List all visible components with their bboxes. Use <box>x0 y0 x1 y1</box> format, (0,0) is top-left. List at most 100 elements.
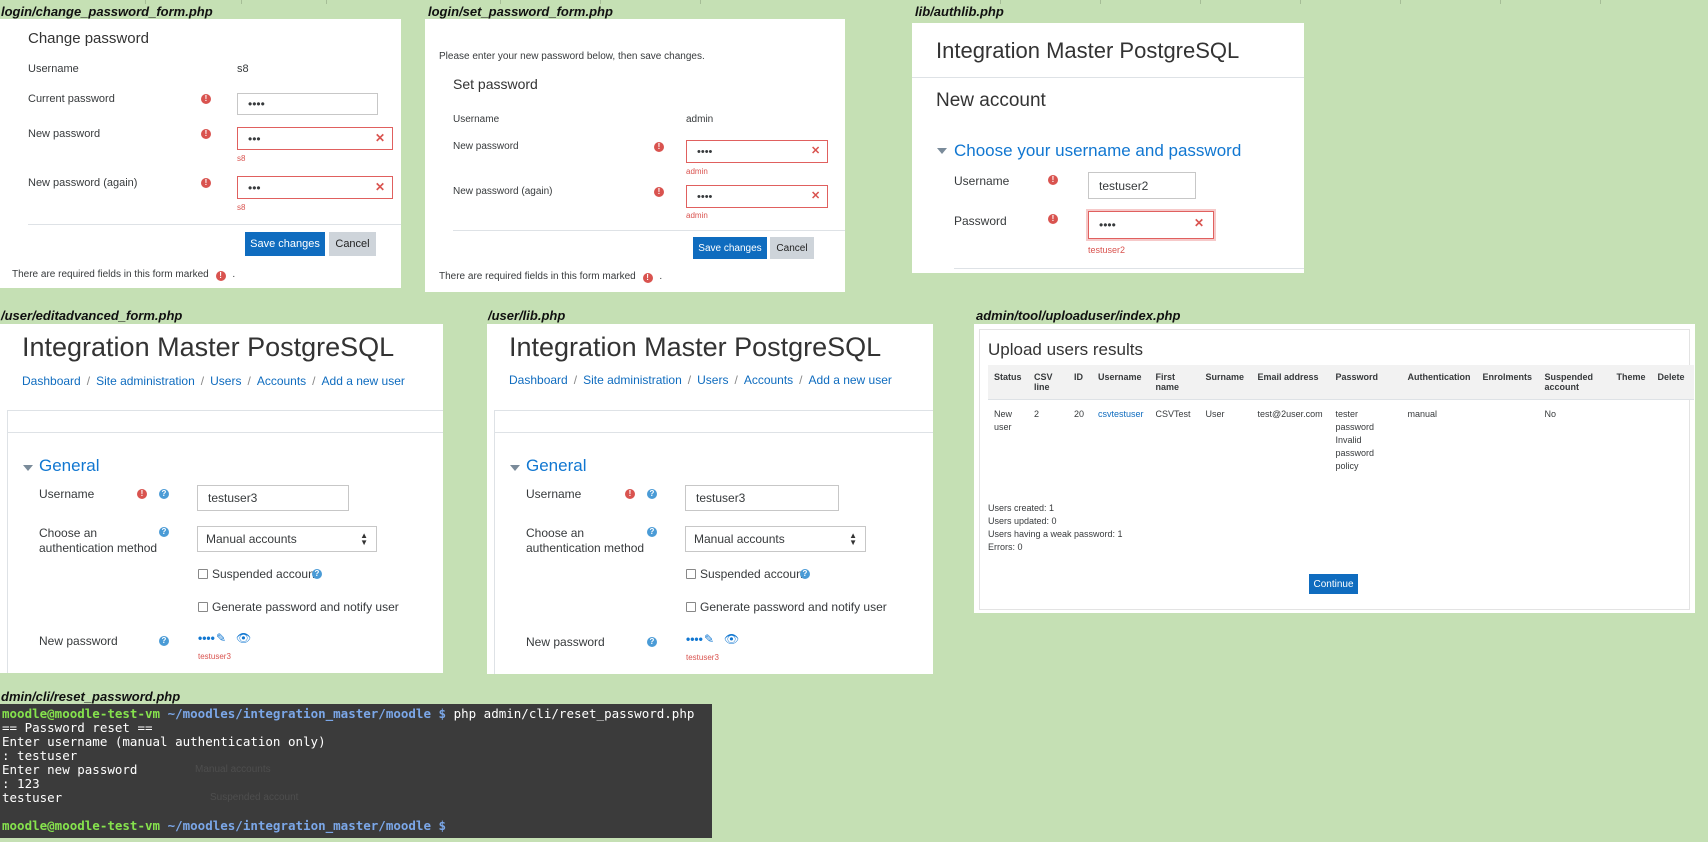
new-password-label: New password <box>526 635 605 649</box>
breadcrumb-site-admin[interactable]: Site administration <box>96 374 195 388</box>
change-password-panel: Change password Username s8 Current pass… <box>0 19 401 288</box>
error-x-icon: ✕ <box>811 190 821 202</box>
save-changes-button[interactable]: Save changes <box>693 237 767 259</box>
error-x-icon: ✕ <box>811 145 821 157</box>
auth-method-select[interactable]: Manual accounts ▲ ▼ <box>685 526 866 552</box>
section-general[interactable]: General <box>39 456 99 476</box>
breadcrumb-site-admin[interactable]: Site administration <box>583 373 682 387</box>
chevron-down-icon[interactable] <box>937 148 947 154</box>
save-changes-button[interactable]: Save changes <box>245 232 325 256</box>
results-title: Upload users results <box>988 340 1143 359</box>
intro-text: Please enter your new password below, th… <box>439 51 705 62</box>
breadcrumb-accounts[interactable]: Accounts <box>257 374 306 388</box>
username-input[interactable]: testuser3 <box>197 485 349 511</box>
required-icon: ! <box>201 129 211 139</box>
masked-password: •••• <box>686 632 703 646</box>
required-icon: ! <box>654 142 664 152</box>
auth-method-select[interactable]: Manual accounts ▲ ▼ <box>197 526 377 552</box>
chevron-down-icon[interactable] <box>510 465 520 471</box>
required-note-tail: . <box>232 269 236 280</box>
auth-label-line2: authentication method <box>526 541 645 555</box>
generate-password-checkbox[interactable] <box>198 602 208 612</box>
username-input[interactable]: testuser3 <box>685 485 839 511</box>
terminal[interactable]: Manual accounts Suspended account moodle… <box>0 704 712 838</box>
grid-tick <box>1600 0 1601 4</box>
help-icon[interactable]: ? <box>647 637 657 647</box>
breadcrumb-dashboard[interactable]: Dashboard <box>509 373 568 387</box>
divider <box>954 268 1304 269</box>
new-password-again-input[interactable]: •••• <box>686 185 828 208</box>
required-icon: ! <box>1048 214 1058 224</box>
cell-username-link[interactable]: csvtestuser <box>1092 400 1150 482</box>
help-icon[interactable]: ? <box>647 489 657 499</box>
suspended-checkbox[interactable] <box>686 569 696 579</box>
col-authentication: Authentication <box>1401 365 1477 400</box>
grid-tick <box>1100 0 1101 4</box>
new-password-error: testuser3 <box>686 653 719 662</box>
prompt-user: moodle@moodle-test-vm <box>2 706 161 721</box>
breadcrumb-accounts[interactable]: Accounts <box>744 373 793 387</box>
breadcrumb: Dashboard / Site administration / Users / Acco… <box>509 373 892 387</box>
ghost-checkbox: Suspended account <box>210 792 299 803</box>
site-title: Integration Master PostgreSQL <box>22 332 395 362</box>
cell-email: test@2user.com <box>1257 409 1323 419</box>
breadcrumb-users[interactable]: Users <box>697 373 728 387</box>
caption-userlib: /user/lib.php <box>488 308 566 323</box>
required-icon: ! <box>137 489 147 499</box>
site-title: Integration Master PostgreSQL <box>936 38 1240 63</box>
grid-tick <box>1500 0 1501 4</box>
suspended-checkbox[interactable] <box>198 569 208 579</box>
help-icon[interactable]: ? <box>159 636 169 646</box>
col-csv-line: CSV line <box>1028 365 1068 400</box>
eye-icon[interactable]: 👁 <box>236 631 251 645</box>
masked-password: •••• <box>198 631 215 645</box>
cancel-button[interactable]: Cancel <box>770 237 814 259</box>
username-label: Username <box>526 487 582 501</box>
breadcrumb-add-user[interactable]: Add a new user <box>322 374 405 388</box>
divider <box>495 432 933 433</box>
grid-tick <box>1300 0 1301 4</box>
pencil-icon[interactable]: ✎ <box>216 631 226 645</box>
help-icon[interactable]: ? <box>647 527 657 537</box>
breadcrumb-dashboard[interactable]: Dashboard <box>22 374 81 388</box>
generate-password-checkbox[interactable] <box>686 602 696 612</box>
help-icon[interactable]: ? <box>159 527 169 537</box>
eye-icon[interactable]: 👁 <box>724 632 739 646</box>
auth-label-line1: Choose an <box>526 526 585 540</box>
cell-id: 20 <box>1074 409 1085 419</box>
current-password-input[interactable]: •••• <box>237 93 378 115</box>
new-password-error: admin <box>686 167 708 176</box>
cell-surname: User <box>1205 409 1225 419</box>
breadcrumb-add-user[interactable]: Add a new user <box>809 373 892 387</box>
cancel-button[interactable]: Cancel <box>329 232 376 256</box>
caption-cli: dmin/cli/reset_password.php <box>1 689 181 704</box>
section-title[interactable]: Choose your username and password <box>954 141 1241 161</box>
cell-theme <box>1611 400 1652 482</box>
auth-method-value: Manual accounts <box>206 532 297 546</box>
chevron-down-icon[interactable] <box>23 465 33 471</box>
section-general[interactable]: General <box>526 456 586 476</box>
new-password-input[interactable]: ••• <box>237 127 393 150</box>
new-password-again-input[interactable]: ••• <box>237 176 393 199</box>
prompt-path: ~/moodles/integration_master/moodle $ <box>167 818 447 833</box>
help-icon[interactable]: ? <box>159 489 169 499</box>
upload-users-panel: Upload users results Status CSV line ID … <box>974 324 1695 613</box>
ghost-select: Manual accounts <box>195 764 271 775</box>
required-note-text: There are required fields in this form m… <box>12 269 209 280</box>
grid-tick <box>1200 0 1201 4</box>
divider <box>495 410 933 411</box>
help-icon[interactable]: ? <box>800 569 810 579</box>
new-password-label: New password <box>453 141 519 152</box>
breadcrumb-users[interactable]: Users <box>210 374 241 388</box>
continue-button[interactable]: Continue <box>1309 574 1358 594</box>
cell-status: New user <box>994 409 1013 432</box>
pencil-icon[interactable]: ✎ <box>704 632 714 646</box>
username-label: Username <box>28 63 79 75</box>
help-icon[interactable]: ? <box>312 569 322 579</box>
col-username: Username <box>1092 365 1150 400</box>
required-icon: ! <box>642 273 653 283</box>
editadvanced-panel: Integration Master PostgreSQL Dashboard /… <box>0 324 443 673</box>
auth-method-value: Manual accounts <box>694 532 785 546</box>
username-input[interactable]: testuser2 <box>1088 172 1196 199</box>
new-password-input[interactable]: •••• <box>686 140 828 163</box>
